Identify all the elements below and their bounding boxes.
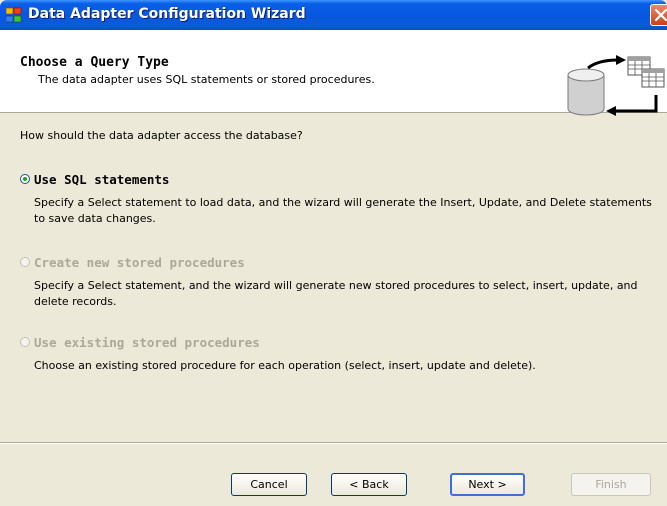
window-title: Data Adapter Configuration Wizard: [28, 6, 306, 22]
option-label: Use existing stored procedures: [34, 335, 260, 350]
back-button[interactable]: < Back: [331, 473, 407, 496]
radio-use-sql-statements[interactable]: [20, 174, 30, 184]
option-description: Specify a Select statement to load data,…: [34, 196, 652, 225]
page-title: Choose a Query Type: [20, 55, 169, 70]
option-description: Specify a Select statement, and the wiza…: [34, 279, 638, 308]
option-label: Create new stored procedures: [34, 255, 245, 270]
wizard-header: Choose a Query Type The data adapter use…: [0, 30, 667, 116]
close-button[interactable]: [650, 4, 667, 26]
close-icon: [655, 9, 667, 21]
radio-create-new-stored-procedures: [20, 257, 30, 267]
app-icon: [6, 7, 22, 23]
title-bar[interactable]: Data Adapter Configuration Wizard: [0, 0, 667, 30]
question-text: How should the data adapter access the d…: [20, 129, 303, 142]
wizard-window: Data Adapter Configuration Wizard Choose…: [0, 0, 667, 506]
next-button[interactable]: Next >: [450, 473, 525, 496]
option-description: Choose an existing stored procedure for …: [34, 359, 536, 372]
option-label[interactable]: Use SQL statements: [34, 172, 169, 187]
cancel-button[interactable]: Cancel: [231, 473, 307, 496]
page-subtitle: The data adapter uses SQL statements or …: [38, 73, 375, 86]
wizard-content: How should the data adapter access the d…: [0, 112, 667, 442]
radio-use-existing-stored-procedures: [20, 337, 30, 347]
finish-button: Finish: [571, 473, 651, 496]
footer-divider-highlight: [0, 443, 667, 444]
